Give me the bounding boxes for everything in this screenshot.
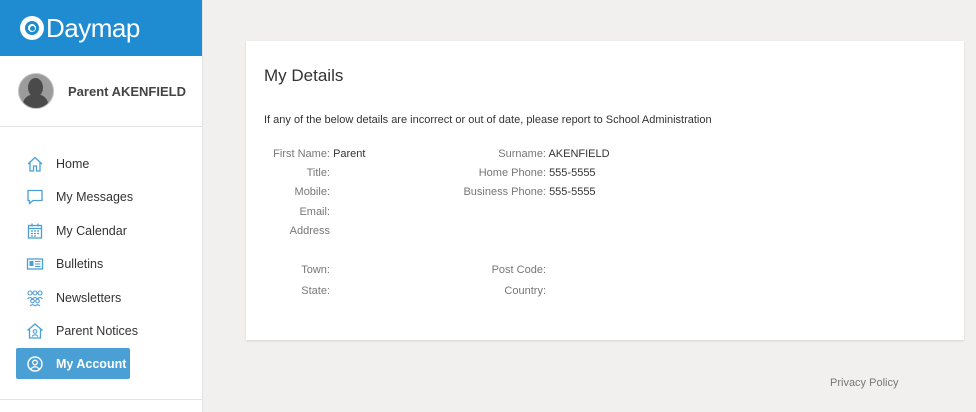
sidebar-item-label: My Messages [56, 190, 134, 205]
sidebar-item-label: My Calendar [56, 223, 127, 238]
brand-name: Daymap [46, 12, 140, 43]
field-label: Address [289, 225, 330, 237]
address-field: Address [246, 225, 330, 237]
calendar-icon [26, 222, 44, 240]
surname-field: Surname: AKENFIELD [446, 148, 610, 160]
home-icon [26, 155, 44, 173]
daymap-logo-icon [20, 16, 44, 40]
account-icon [26, 355, 44, 373]
business-phone-field: Business Phone: 555-5555 [446, 186, 596, 198]
field-label: Business Phone: [463, 186, 546, 198]
field-label: Town: [301, 264, 330, 276]
home-phone-field: Home Phone: 555-5555 [446, 167, 596, 179]
parent-notices-icon [26, 322, 44, 340]
privacy-policy-link[interactable]: Privacy Policy [830, 377, 898, 389]
title-field: Title: [246, 167, 330, 179]
email-field: Email: [246, 206, 330, 218]
sidebar-item-home[interactable]: Home [16, 147, 186, 181]
sidebar-item-label: Newsletters [56, 290, 122, 305]
details-notice: If any of the below details are incorrec… [264, 114, 712, 126]
field-label: Email: [299, 206, 330, 218]
sidebar-item-my-calendar[interactable]: My Calendar [16, 214, 186, 248]
sidebar-item-parent-notices[interactable]: Parent Notices [16, 315, 186, 349]
sidebar-item-label: My Account [56, 356, 127, 371]
state-field: State: [246, 285, 330, 297]
field-label: State: [301, 285, 330, 297]
country-field: Country: [446, 285, 546, 297]
town-field: Town: [246, 264, 330, 276]
field-label: First Name: [273, 148, 330, 160]
field-value: Parent [333, 148, 366, 160]
field-label: Home Phone: [478, 167, 546, 179]
field-label: Mobile: [294, 186, 330, 198]
bulletins-icon [26, 255, 44, 273]
sidebar-item-label: Parent Notices [56, 324, 138, 339]
sidebar-item-label: Home [56, 156, 90, 171]
sidebar-item-bulletins[interactable]: Bulletins [16, 248, 186, 282]
field-value: 555-5555 [549, 186, 596, 198]
page-title: My Details [264, 66, 344, 85]
field-value: AKENFIELD [548, 148, 610, 160]
post-code-field: Post Code: [446, 264, 546, 276]
sidebar-item-newsletters[interactable]: Newsletters [16, 281, 186, 315]
messages-icon [26, 188, 44, 206]
first-name-field: First Name: Parent [246, 148, 365, 160]
sidebar-divider [0, 399, 202, 400]
mobile-field: Mobile: [246, 186, 330, 198]
field-label: Country: [504, 285, 546, 297]
sidebar-item-my-account[interactable]: My Account [16, 348, 130, 379]
field-label: Surname: [498, 148, 546, 160]
user-profile[interactable]: Parent AKENFIELD [0, 56, 202, 127]
brand-header[interactable]: Daymap [0, 0, 202, 56]
field-label: Title: [306, 167, 330, 179]
newsletters-icon [26, 289, 44, 307]
my-details-card: My Details If any of the below details a… [246, 41, 964, 340]
sidebar-nav: Home My Messages My Calendar Bulletins N… [16, 147, 186, 379]
field-label: Post Code: [491, 264, 546, 276]
user-name: Parent AKENFIELD [68, 83, 186, 99]
field-value: 555-5555 [549, 167, 596, 179]
sidebar-item-my-messages[interactable]: My Messages [16, 181, 186, 215]
sidebar-item-label: Bulletins [56, 257, 104, 272]
avatar [18, 73, 54, 109]
sidebar: Daymap Parent AKENFIELD Home My Messages… [0, 0, 203, 412]
